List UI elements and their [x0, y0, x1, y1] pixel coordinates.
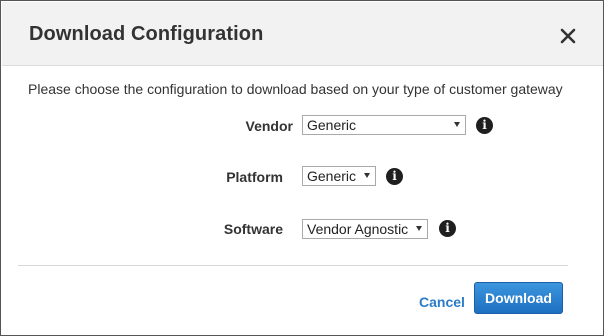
software-select[interactable]: Vendor Agnostic	[302, 219, 428, 239]
software-select-value: Vendor Agnostic	[307, 221, 409, 237]
platform-select-value: Generic	[307, 168, 357, 184]
software-info-icon[interactable]: i	[439, 220, 456, 237]
chevron-down-icon	[454, 122, 460, 127]
dialog-title: Download Configuration	[29, 23, 264, 45]
software-label: Software	[223, 221, 283, 237]
download-button[interactable]: Download	[474, 282, 563, 314]
platform-info-icon[interactable]: i	[386, 168, 403, 185]
vendor-info-icon[interactable]: i	[476, 117, 493, 134]
vendor-select-value: Generic	[307, 117, 357, 133]
chevron-down-icon	[364, 173, 370, 178]
dialog-header: Download Configuration	[2, 2, 603, 66]
download-configuration-dialog: Download Configuration Please choose the…	[0, 0, 604, 336]
intro-text: Please choose the configuration to downl…	[28, 81, 563, 97]
vendor-label: Vendor	[245, 118, 293, 134]
platform-select[interactable]: Generic	[302, 166, 376, 186]
cancel-button[interactable]: Cancel	[419, 294, 465, 310]
close-icon[interactable]	[559, 27, 577, 45]
vendor-select[interactable]: Generic	[302, 115, 466, 135]
platform-label: Platform	[226, 169, 283, 185]
chevron-down-icon	[416, 226, 422, 231]
footer-divider	[18, 265, 568, 266]
